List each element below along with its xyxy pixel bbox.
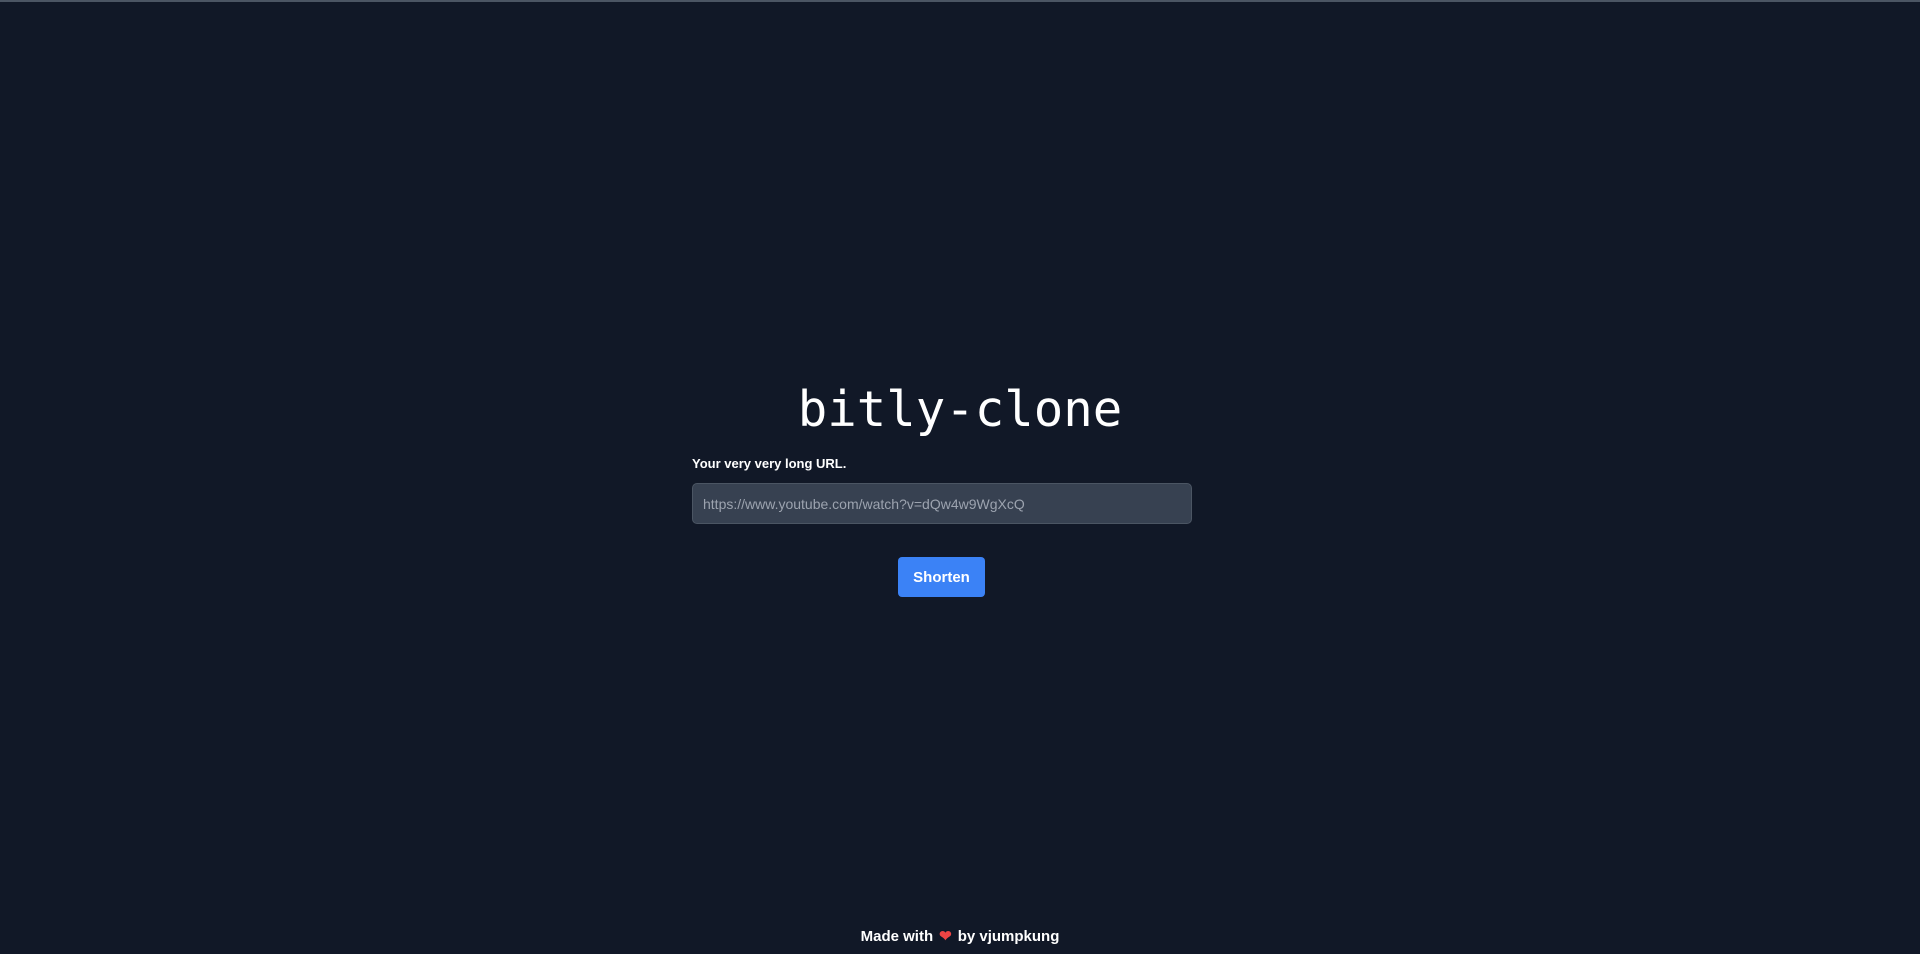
url-input[interactable] <box>692 483 1192 524</box>
top-border <box>0 0 1920 2</box>
shorten-button[interactable]: Shorten <box>898 557 985 597</box>
page-title: bitly-clone <box>797 381 1123 438</box>
footer-author: by vjumpkung <box>957 928 1060 945</box>
heart-icon: ❤ <box>939 928 952 945</box>
footer-prefix: Made with <box>860 928 934 945</box>
url-label: Your very very long URL. <box>692 456 847 471</box>
footer: Made with ❤ by vjumpkung <box>0 927 1920 945</box>
